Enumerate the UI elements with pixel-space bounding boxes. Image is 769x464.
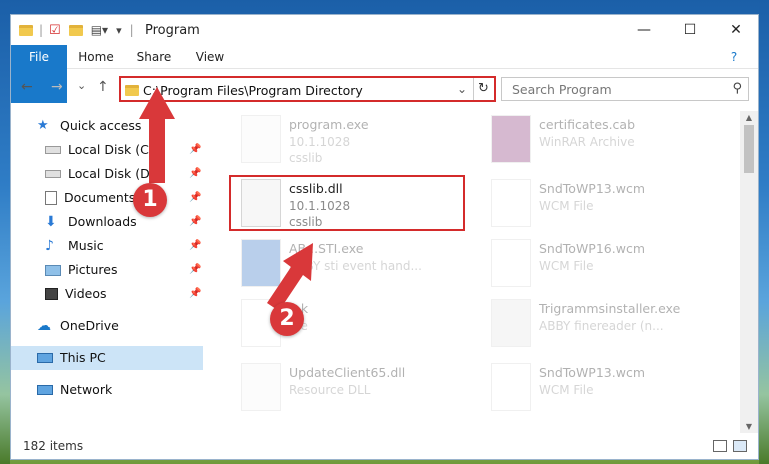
annotation-arrows [139, 87, 313, 311]
arrow-1 [139, 87, 175, 183]
arrow-2 [267, 243, 313, 311]
file-explorer-window: | ☑ ▤▾ ▾ | Program — ☐ ✕ File Home Share… [10, 14, 759, 460]
step-2-badge: 2 [270, 302, 304, 336]
desktop-wallpaper-left [0, 0, 10, 464]
desktop-wallpaper-right [759, 0, 769, 464]
step-1-badge: 1 [133, 183, 167, 217]
